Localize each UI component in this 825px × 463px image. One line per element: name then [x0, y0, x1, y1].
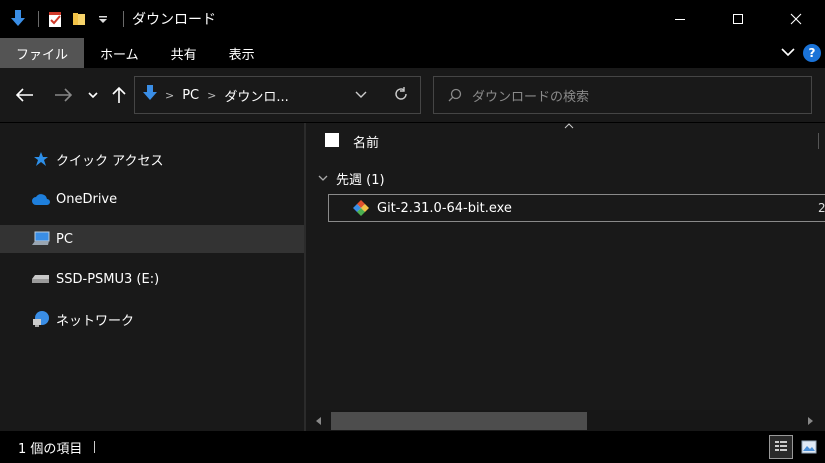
- title-bar: ダウンロード: [0, 0, 825, 38]
- sort-ascending-icon: [564, 123, 574, 132]
- column-header: 名前: [306, 123, 825, 159]
- help-icon[interactable]: ?: [803, 44, 821, 62]
- minimize-button[interactable]: [651, 0, 709, 38]
- forward-arrow-icon: [55, 88, 72, 102]
- nav-item-label: OneDrive: [56, 191, 118, 207]
- maximize-button[interactable]: [709, 0, 767, 38]
- up-button[interactable]: [110, 82, 128, 108]
- git-file-icon: [351, 198, 371, 218]
- address-bar[interactable]: > PC > ダウンロ...: [134, 76, 421, 114]
- file-date-column-truncated: 2: [818, 201, 825, 215]
- status-bar: 1 個の項目: [0, 431, 825, 463]
- navigation-pane: クイック アクセス OneDrive PC SSD-PSMU3 (E:) ネット…: [0, 123, 306, 431]
- minimize-icon: [675, 19, 685, 20]
- file-list: 名前 先週 (1) Git-2.31.0-64-bit.exe 2: [306, 123, 825, 431]
- cloud-icon: [30, 190, 52, 208]
- nav-item-label: PC: [56, 231, 73, 247]
- expand-ribbon-chevron-icon[interactable]: [781, 46, 795, 61]
- scroll-left-button[interactable]: [308, 410, 330, 432]
- group-header-last-week[interactable]: 先週 (1): [318, 169, 385, 188]
- search-icon: [448, 88, 462, 102]
- close-icon: [790, 13, 802, 25]
- address-dropdown-icon[interactable]: [355, 89, 367, 104]
- up-arrow-icon: [112, 86, 126, 103]
- nav-item-network[interactable]: ネットワーク: [0, 305, 304, 333]
- breadcrumb-separator-icon[interactable]: >: [207, 89, 216, 102]
- recent-locations-button[interactable]: [86, 82, 100, 108]
- details-view-button[interactable]: [769, 435, 793, 459]
- nav-item-quick-access[interactable]: クイック アクセス: [0, 145, 304, 173]
- select-all-checkbox[interactable]: [325, 133, 339, 147]
- breadcrumb-downloads[interactable]: ダウンロ...: [224, 86, 288, 105]
- ribbon-right-controls: ?: [781, 38, 821, 68]
- toolbar-separator: [123, 11, 124, 27]
- window-controls: [651, 0, 825, 38]
- search-placeholder: ダウンロードの検索: [472, 89, 590, 105]
- column-name[interactable]: 名前: [353, 132, 379, 151]
- customize-toolbar-dropdown-icon[interactable]: [93, 9, 113, 29]
- tab-file[interactable]: ファイル: [0, 38, 85, 68]
- properties-icon[interactable]: [45, 9, 65, 29]
- scroll-right-icon: [808, 417, 813, 425]
- view-toggle: [769, 435, 821, 459]
- group-label: 先週 (1): [336, 173, 385, 188]
- maximize-icon: [733, 14, 743, 24]
- nav-item-label: ネットワーク: [56, 313, 135, 329]
- item-count: 1 個の項目: [18, 441, 83, 457]
- quick-access-toolbar: ダウンロード: [0, 0, 216, 38]
- forward-button[interactable]: [52, 82, 74, 108]
- toolbar-separator: [38, 11, 39, 27]
- nav-item-onedrive[interactable]: OneDrive: [0, 185, 304, 213]
- nav-item-pc[interactable]: PC: [0, 225, 304, 253]
- nav-item-ssd-drive[interactable]: SSD-PSMU3 (E:): [0, 265, 304, 293]
- download-arrow-icon: [8, 9, 28, 29]
- star-icon: [30, 150, 52, 168]
- large-icons-view-button[interactable]: [797, 435, 821, 459]
- address-toolbar: > PC > ダウンロ... ダウンロードの検索: [0, 68, 825, 191]
- large-icons-view-icon: [801, 440, 817, 454]
- close-button[interactable]: [767, 0, 825, 38]
- ribbon-tabs: ファイル ホーム 共有 表示 ?: [0, 38, 825, 68]
- download-folder-icon: [143, 85, 157, 105]
- chevron-down-icon: [88, 92, 98, 99]
- file-row[interactable]: Git-2.31.0-64-bit.exe: [328, 194, 825, 222]
- back-arrow-icon: [16, 88, 33, 102]
- network-icon: [30, 310, 52, 328]
- refresh-icon[interactable]: [393, 86, 409, 106]
- breadcrumb-pc[interactable]: PC: [182, 88, 199, 103]
- file-name: Git-2.31.0-64-bit.exe: [377, 200, 512, 216]
- scrollbar-thumb[interactable]: [331, 412, 587, 430]
- drive-icon: [30, 270, 52, 288]
- tab-share[interactable]: 共有: [155, 38, 213, 68]
- back-button[interactable]: [14, 82, 36, 108]
- column-separator[interactable]: [818, 133, 819, 149]
- new-folder-icon[interactable]: [69, 9, 89, 29]
- status-separator: [94, 441, 96, 453]
- nav-item-label: SSD-PSMU3 (E:): [56, 271, 160, 287]
- tab-home[interactable]: ホーム: [84, 38, 155, 68]
- scroll-left-icon: [316, 417, 321, 425]
- details-view-icon: [775, 441, 787, 451]
- nav-item-label: クイック アクセス: [56, 153, 164, 169]
- horizontal-scrollbar[interactable]: [306, 410, 825, 432]
- computer-icon: [30, 230, 52, 248]
- breadcrumb-separator-icon[interactable]: >: [165, 89, 174, 102]
- window-title: ダウンロード: [132, 12, 216, 28]
- chevron-down-icon[interactable]: [318, 172, 328, 185]
- tab-view[interactable]: 表示: [213, 38, 271, 68]
- scroll-right-button[interactable]: [799, 410, 821, 432]
- search-box[interactable]: ダウンロードの検索: [433, 76, 812, 114]
